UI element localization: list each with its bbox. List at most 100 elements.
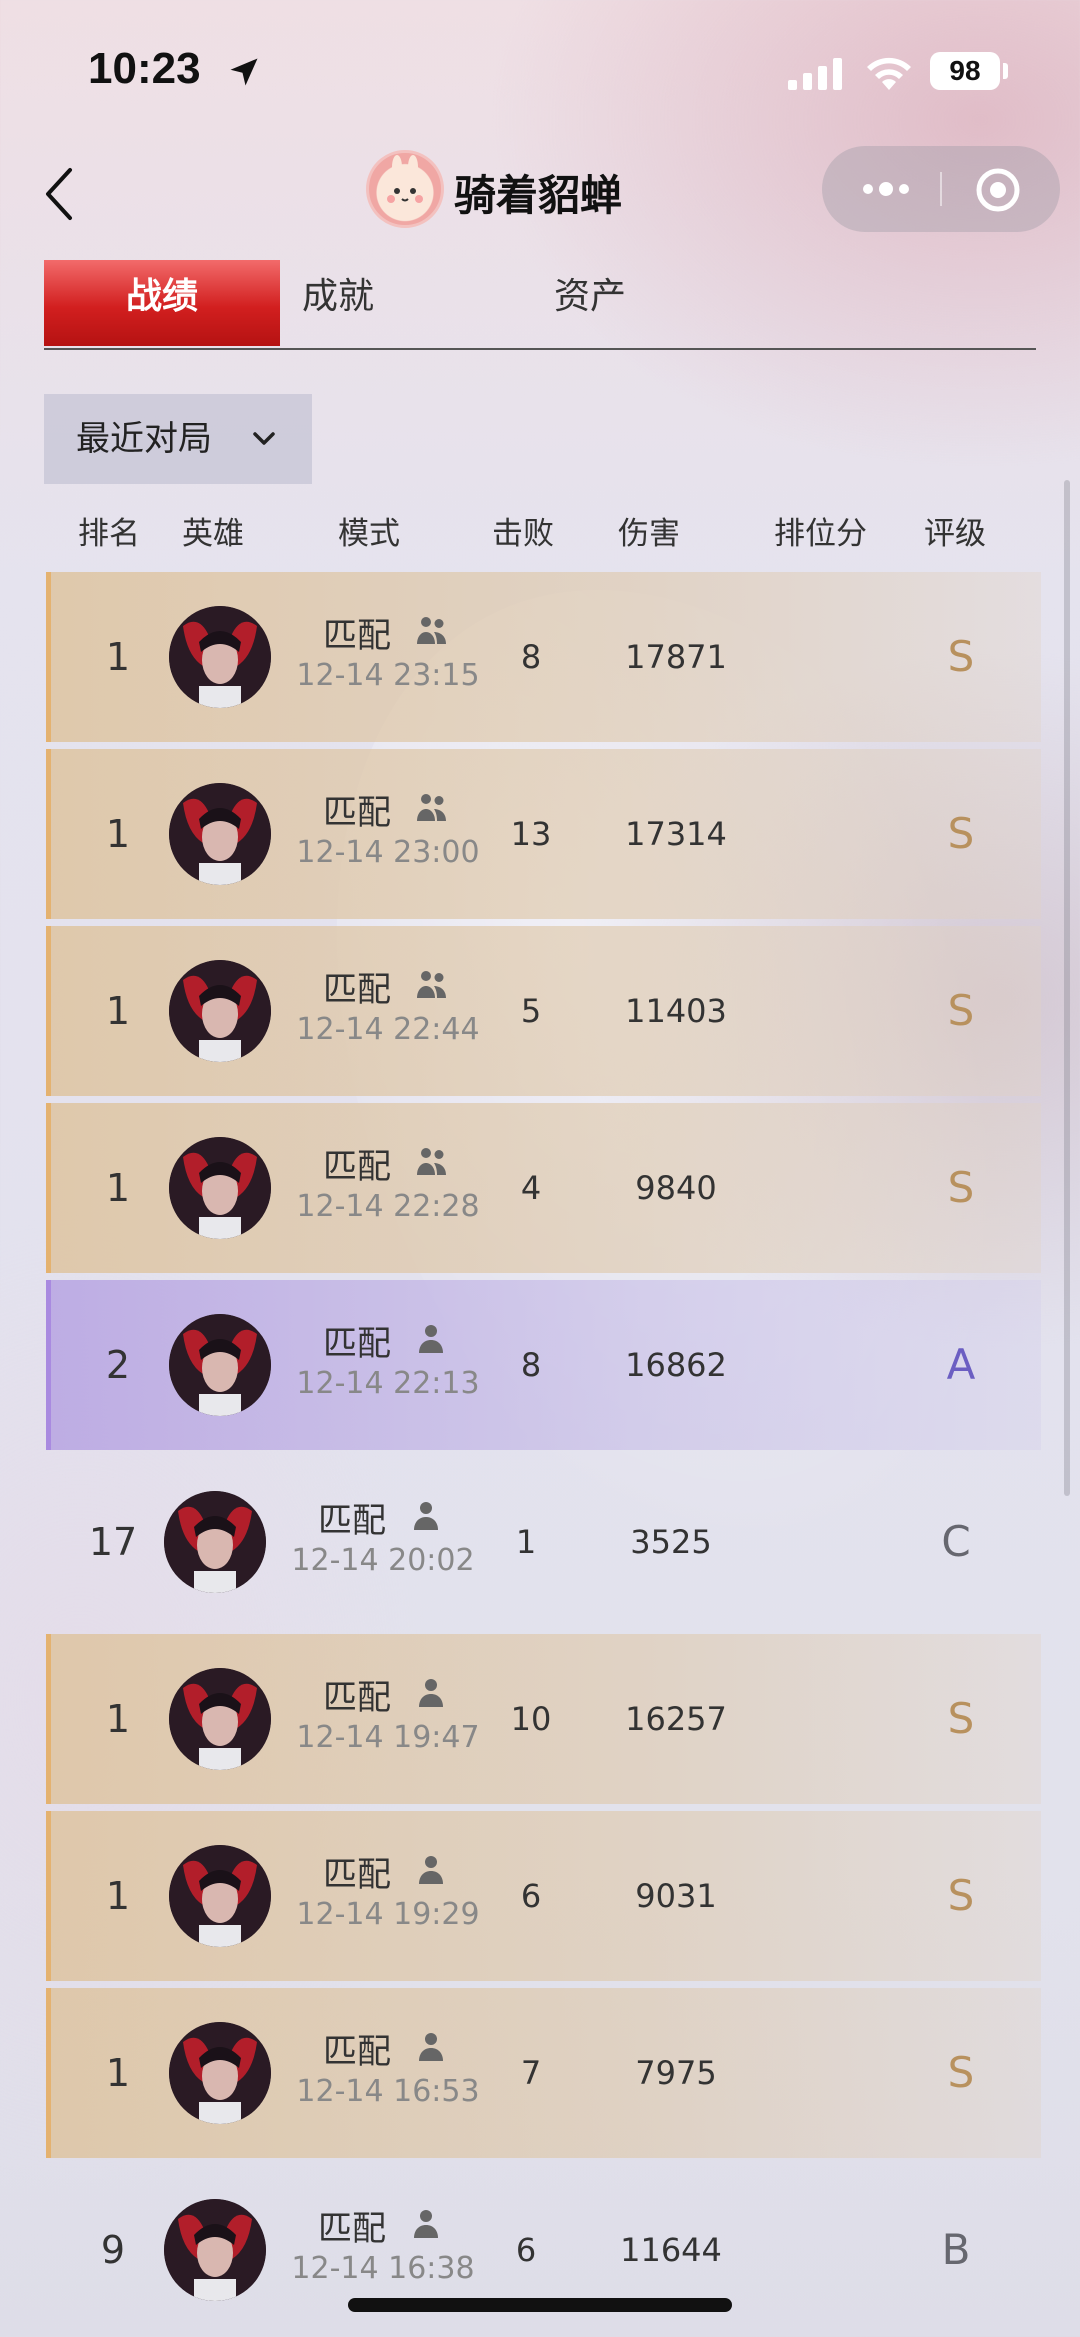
home-indicator[interactable]: [348, 2298, 732, 2312]
cellular-signal-icon: [788, 58, 842, 90]
hero-portrait: [169, 960, 271, 1062]
match-row[interactable]: 2 匹配 12-14 22:13 8 16862 A: [46, 1280, 1041, 1450]
match-time: 12-14 19:29: [296, 1897, 480, 1932]
match-grade: C: [941, 1517, 971, 1566]
close-miniapp-icon[interactable]: [974, 166, 1022, 214]
group-icon: [417, 794, 446, 821]
location-arrow-icon: [230, 58, 258, 86]
match-mode: 匹配 12-14 20:02: [278, 1493, 488, 1593]
hero-avatar-icon: [169, 606, 271, 708]
hero-portrait: [169, 1314, 271, 1416]
match-row[interactable]: 1 匹配 12-14 22:44 5 11403 S: [46, 926, 1041, 1096]
match-row[interactable]: 1 匹配 12-14 19:47 10 16257 S: [46, 1634, 1041, 1804]
person-icon: [414, 2210, 438, 2238]
status-bar: 10:23 98: [0, 0, 1080, 140]
miniapp-capsule: [822, 146, 1060, 232]
match-kills: 1: [515, 1523, 537, 1561]
user-avatar[interactable]: [366, 150, 444, 228]
match-row[interactable]: 1 匹配 12-14 16:53 7 7975 S: [46, 1988, 1041, 2158]
mode-label: 匹配: [323, 1678, 391, 1718]
filter-label: 最近对局: [76, 419, 212, 459]
mode-label: 匹配: [323, 970, 391, 1010]
match-kills: 10: [510, 1700, 552, 1738]
match-damage: 16257: [625, 1700, 727, 1738]
hero-avatar-icon: [169, 2022, 271, 2124]
hero-avatar-icon: [169, 783, 271, 885]
hero-avatar-icon: [169, 1845, 271, 1947]
column-header-rank: 排名: [78, 516, 140, 552]
match-rank: 1: [105, 2051, 131, 2095]
match-grade: B: [941, 2225, 971, 2274]
match-rank: 9: [100, 2228, 126, 2272]
mode-label: 匹配: [323, 1324, 391, 1364]
column-header-mode: 模式: [338, 516, 400, 552]
match-time: 12-14 16:53: [296, 2074, 480, 2109]
match-filter-dropdown[interactable]: 最近对局: [44, 394, 312, 484]
wifi-icon: [867, 57, 911, 90]
match-mode: 匹配 12-14 16:38: [278, 2201, 488, 2301]
match-mode: 匹配 12-14 22:13: [283, 1316, 493, 1416]
match-kills: 8: [520, 1346, 542, 1384]
scrollbar[interactable]: [1064, 480, 1070, 1496]
mode-label: 匹配: [323, 1147, 391, 1187]
match-damage: 3525: [630, 1523, 712, 1561]
match-row[interactable]: 1 匹配 12-14 19:29 6 9031 S: [46, 1811, 1041, 1981]
match-grade: A: [946, 1340, 976, 1389]
hero-avatar-icon: [164, 1491, 266, 1593]
match-rank: 1: [105, 1166, 131, 1210]
mode-label: 匹配: [323, 616, 391, 656]
match-row[interactable]: 1 匹配 12-14 23:15 8 17871 S: [46, 572, 1041, 742]
hero-portrait: [169, 1845, 271, 1947]
match-rank: 1: [105, 812, 131, 856]
match-time: 12-14 22:13: [296, 1366, 480, 1401]
back-chevron-icon[interactable]: [40, 164, 80, 224]
person-icon: [419, 1325, 443, 1353]
match-time: 12-14 22:44: [296, 1012, 480, 1047]
match-mode: 匹配 12-14 23:15: [283, 608, 493, 708]
match-time: 12-14 19:47: [296, 1720, 480, 1755]
group-icon: [417, 971, 446, 998]
person-icon: [419, 1679, 443, 1707]
match-rank: 2: [105, 1343, 131, 1387]
hero-avatar-icon: [169, 1668, 271, 1770]
match-time: 12-14 16:38: [291, 2251, 475, 2286]
match-row[interactable]: 1 匹配 12-14 23:00 13 17314 S: [46, 749, 1041, 919]
match-damage: 7975: [635, 2054, 717, 2092]
tab-bar: 战绩 成就 资产: [44, 260, 1036, 350]
match-grade: S: [947, 632, 975, 681]
more-dots-icon[interactable]: [858, 174, 914, 204]
match-mode: 匹配 12-14 19:47: [283, 1670, 493, 1770]
bunny-avatar-icon: [387, 155, 423, 203]
mode-label: 匹配: [323, 1855, 391, 1895]
match-grade: S: [947, 809, 975, 858]
group-icon: [417, 617, 446, 644]
match-kills: 7: [520, 2054, 542, 2092]
hero-avatar-icon: [169, 960, 271, 1062]
hero-portrait: [169, 783, 271, 885]
match-kills: 6: [520, 1877, 542, 1915]
match-kills: 5: [520, 992, 542, 1030]
hero-avatar-icon: [169, 1137, 271, 1239]
match-rank: 1: [105, 1874, 131, 1918]
mode-label: 匹配: [323, 793, 391, 833]
match-rank: 1: [105, 989, 131, 1033]
match-time: 12-14 23:00: [296, 835, 480, 870]
match-grade: S: [947, 1163, 975, 1212]
match-grade: S: [947, 1871, 975, 1920]
match-damage: 16862: [625, 1346, 727, 1384]
person-icon: [414, 1502, 438, 1530]
match-row[interactable]: 1 匹配 12-14 22:28 4 9840 S: [46, 1103, 1041, 1273]
match-rank: 17: [88, 1520, 138, 1564]
match-row[interactable]: 17 匹配 12-14 20:02 1 3525 C: [46, 1457, 1036, 1627]
match-time: 12-14 22:28: [296, 1189, 480, 1224]
mode-label: 匹配: [318, 1501, 386, 1541]
tab-achievements[interactable]: 成就: [220, 260, 456, 346]
match-mode: 匹配 12-14 23:00: [283, 785, 493, 885]
match-mode: 匹配 12-14 16:53: [283, 2024, 493, 2124]
tab-assets[interactable]: 资产: [472, 260, 708, 346]
hero-avatar-icon: [164, 2199, 266, 2301]
match-rank: 1: [105, 635, 131, 679]
person-icon: [419, 1856, 443, 1884]
match-damage: 17871: [625, 638, 727, 676]
column-header-kills: 击败: [492, 516, 554, 552]
